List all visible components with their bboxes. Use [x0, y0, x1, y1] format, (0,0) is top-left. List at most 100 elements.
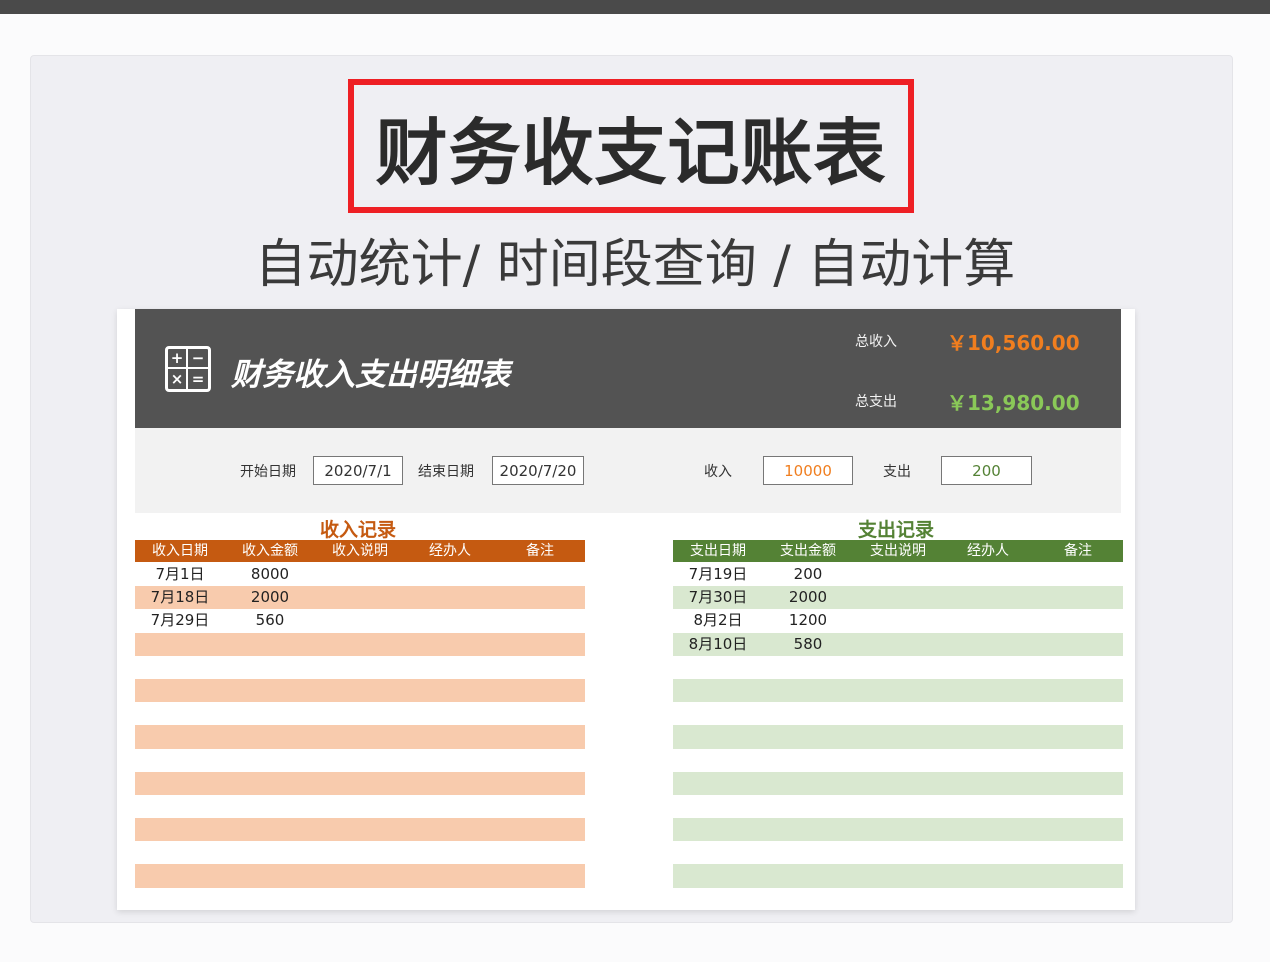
table-cell[interactable] [225, 725, 315, 748]
table-cell[interactable] [1033, 749, 1123, 772]
table-row[interactable] [673, 678, 1123, 703]
table-cell[interactable] [315, 749, 405, 772]
table-cell[interactable] [495, 609, 585, 632]
table-cell[interactable]: 2000 [763, 586, 853, 609]
table-cell[interactable] [315, 679, 405, 702]
table-cell[interactable] [315, 795, 405, 818]
table-cell[interactable] [763, 656, 853, 679]
table-cell[interactable] [853, 586, 943, 609]
table-row[interactable] [673, 771, 1123, 795]
table-cell[interactable] [225, 818, 315, 841]
table-cell[interactable] [673, 772, 763, 795]
table-cell[interactable] [225, 841, 315, 864]
table-cell[interactable] [943, 679, 1033, 702]
table-row[interactable] [135, 841, 585, 864]
table-cell[interactable] [1033, 725, 1123, 748]
table-cell[interactable] [1033, 656, 1123, 679]
table-row[interactable] [135, 771, 585, 795]
table-cell[interactable]: 7月18日 [135, 586, 225, 609]
table-cell[interactable] [943, 586, 1033, 609]
table-cell[interactable] [135, 864, 225, 887]
table-row[interactable] [673, 864, 1123, 888]
table-cell[interactable] [225, 679, 315, 702]
table-row[interactable] [673, 656, 1123, 679]
table-cell[interactable] [943, 702, 1033, 725]
table-cell[interactable] [135, 818, 225, 841]
table-row[interactable] [673, 749, 1123, 772]
table-cell[interactable] [673, 749, 763, 772]
table-cell[interactable] [315, 702, 405, 725]
table-cell[interactable]: 8月2日 [673, 609, 763, 632]
table-cell[interactable]: 7月19日 [673, 563, 763, 586]
table-cell[interactable] [225, 749, 315, 772]
table-row[interactable]: 8月10日 580 [673, 632, 1123, 656]
table-cell[interactable] [225, 702, 315, 725]
table-cell[interactable] [853, 702, 943, 725]
table-cell[interactable] [853, 609, 943, 632]
table-cell[interactable]: 1200 [763, 609, 853, 632]
table-row[interactable]: 8月2日 1200 [673, 609, 1123, 632]
table-cell[interactable] [315, 864, 405, 887]
table-cell[interactable] [853, 563, 943, 586]
table-cell[interactable] [495, 864, 585, 887]
table-cell[interactable] [135, 841, 225, 864]
table-cell[interactable] [225, 795, 315, 818]
table-cell[interactable] [315, 609, 405, 632]
start-date-input[interactable]: 2020/7/1 [313, 456, 403, 485]
table-cell[interactable] [943, 656, 1033, 679]
table-cell[interactable] [315, 656, 405, 679]
table-cell[interactable] [495, 633, 585, 656]
table-cell[interactable] [1033, 633, 1123, 656]
table-cell[interactable] [853, 725, 943, 748]
table-cell[interactable]: 2000 [225, 586, 315, 609]
table-cell[interactable] [1033, 818, 1123, 841]
table-cell[interactable] [673, 818, 763, 841]
table-cell[interactable] [853, 749, 943, 772]
table-cell[interactable] [495, 772, 585, 795]
table-cell[interactable] [1033, 702, 1123, 725]
table-cell[interactable] [405, 702, 495, 725]
table-cell[interactable] [943, 633, 1033, 656]
table-cell[interactable] [315, 841, 405, 864]
table-cell[interactable] [405, 586, 495, 609]
table-cell[interactable] [495, 656, 585, 679]
table-row[interactable] [673, 702, 1123, 725]
table-row[interactable] [135, 795, 585, 818]
table-row[interactable]: 7月30日 2000 [673, 586, 1123, 610]
table-cell[interactable]: 7月29日 [135, 609, 225, 632]
table-cell[interactable] [673, 702, 763, 725]
table-row[interactable] [673, 818, 1123, 842]
table-cell[interactable] [1033, 795, 1123, 818]
table-cell[interactable] [405, 609, 495, 632]
table-cell[interactable] [405, 725, 495, 748]
table-cell[interactable] [853, 841, 943, 864]
table-row[interactable]: 7月1日 8000 [135, 563, 585, 586]
table-cell[interactable] [673, 864, 763, 887]
table-cell[interactable] [315, 586, 405, 609]
table-cell[interactable] [495, 679, 585, 702]
table-row[interactable] [673, 841, 1123, 864]
table-cell[interactable] [315, 563, 405, 586]
table-cell[interactable] [135, 725, 225, 748]
table-cell[interactable] [225, 633, 315, 656]
table-cell[interactable] [1033, 563, 1123, 586]
table-cell[interactable] [135, 772, 225, 795]
table-cell[interactable] [495, 818, 585, 841]
table-cell[interactable] [495, 749, 585, 772]
table-cell[interactable] [315, 818, 405, 841]
table-row[interactable]: 7月29日 560 [135, 609, 585, 632]
table-cell[interactable] [225, 864, 315, 887]
table-cell[interactable] [405, 841, 495, 864]
table-cell[interactable] [405, 633, 495, 656]
table-cell[interactable] [495, 725, 585, 748]
table-cell[interactable] [853, 633, 943, 656]
table-cell[interactable] [135, 749, 225, 772]
table-row[interactable] [135, 702, 585, 725]
table-cell[interactable] [673, 795, 763, 818]
table-cell[interactable] [763, 841, 853, 864]
table-cell[interactable] [853, 795, 943, 818]
table-cell[interactable]: 8000 [225, 563, 315, 586]
table-cell[interactable] [405, 818, 495, 841]
table-row[interactable]: 7月18日 2000 [135, 586, 585, 610]
table-cell[interactable]: 560 [225, 609, 315, 632]
